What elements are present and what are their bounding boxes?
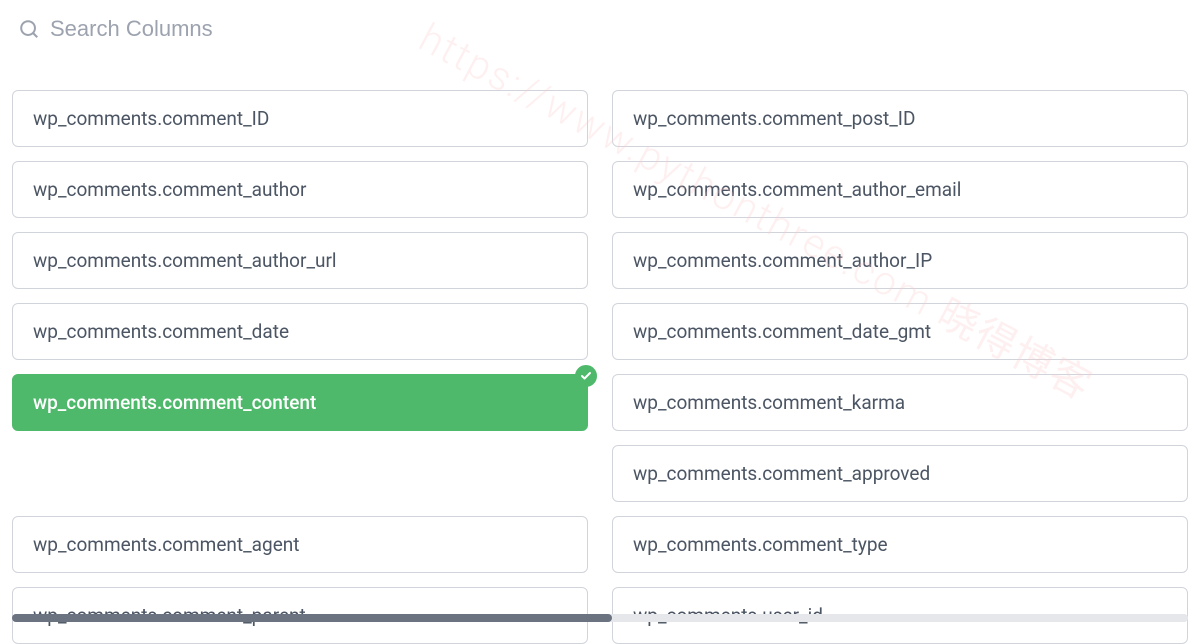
horizontal-scrollbar[interactable]: [12, 614, 1188, 622]
column-label: wp_comments.comment_date_gmt: [633, 320, 931, 343]
column-item[interactable]: wp_comments.comment_ID: [12, 90, 588, 147]
column-label: wp_comments.comment_ID: [33, 107, 269, 130]
column-label: wp_comments.comment_agent: [33, 533, 299, 556]
column-label: wp_comments.comment_author_email: [633, 178, 961, 201]
column-label: wp_comments.comment_author_url: [33, 249, 337, 272]
column-item-selected[interactable]: wp_comments.comment_content: [12, 374, 588, 431]
column-item[interactable]: wp_comments.comment_agent: [12, 516, 588, 573]
column-label: wp_comments.comment_author_IP: [633, 249, 932, 272]
check-badge: [575, 365, 597, 387]
column-item[interactable]: wp_comments.comment_approved: [612, 445, 1188, 502]
column-label: wp_comments.comment_author: [33, 178, 306, 201]
column-item[interactable]: wp_comments.comment_author_url: [12, 232, 588, 289]
column-label: wp_comments.comment_type: [633, 533, 888, 556]
column-label: wp_comments.comment_content: [33, 391, 316, 414]
column-label: wp_comments.comment_post_ID: [633, 107, 915, 130]
column-item[interactable]: wp_comments.comment_date_gmt: [612, 303, 1188, 360]
scrollbar-thumb[interactable]: [12, 614, 612, 622]
column-item[interactable]: wp_comments.comment_date: [12, 303, 588, 360]
column-item[interactable]: wp_comments.comment_karma: [612, 374, 1188, 431]
column-label: wp_comments.comment_karma: [633, 391, 905, 414]
columns-grid: wp_comments.comment_ID wp_comments.comme…: [12, 60, 1188, 644]
column-label: wp_comments.comment_date: [33, 320, 289, 343]
column-item[interactable]: wp_comments.comment_author_IP: [612, 232, 1188, 289]
column-item[interactable]: wp_comments.comment_author: [12, 161, 588, 218]
search-icon: [18, 18, 40, 40]
column-item[interactable]: wp_comments.comment_type: [612, 516, 1188, 573]
search-columns-input[interactable]: [50, 16, 1182, 42]
column-item[interactable]: wp_comments.comment_post_ID: [612, 90, 1188, 147]
column-label: wp_comments.comment_approved: [633, 462, 930, 485]
search-container: [12, 12, 1188, 60]
checkmark-icon: [580, 370, 592, 382]
column-item[interactable]: wp_comments.comment_author_email: [612, 161, 1188, 218]
